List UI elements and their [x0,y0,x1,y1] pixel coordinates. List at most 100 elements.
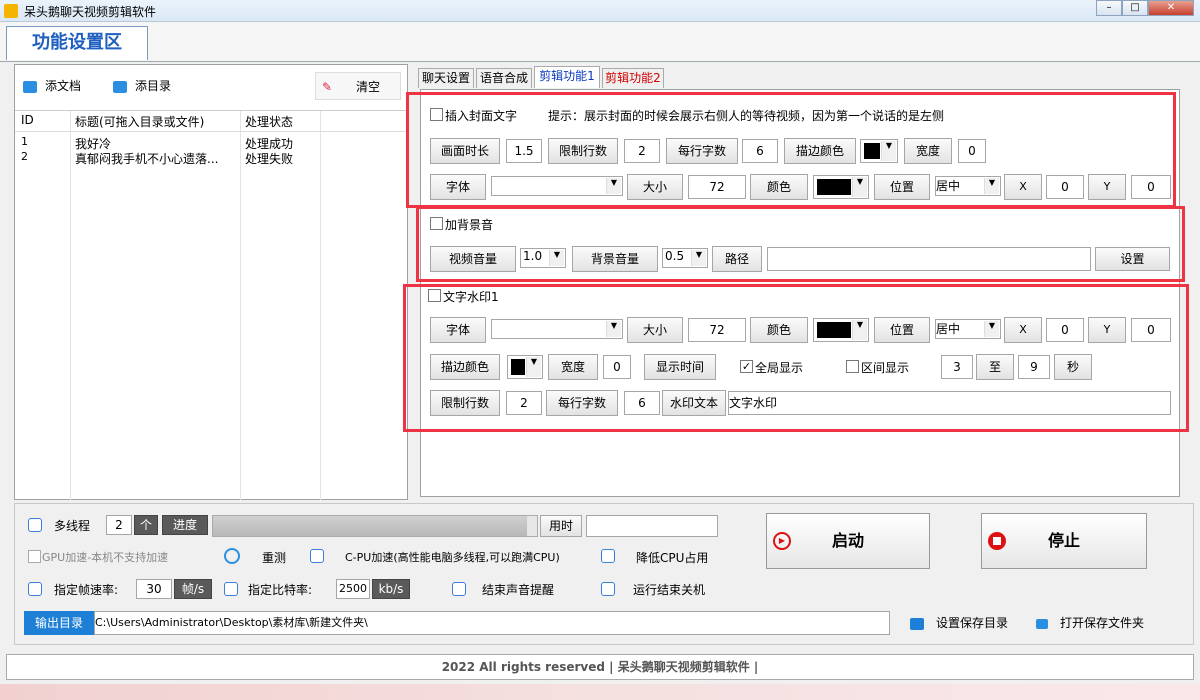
font-label: 字体 [430,174,486,200]
video-volume-select[interactable]: 1.0 ▼ [520,248,566,268]
time-label: 用时 [540,515,582,537]
wm-text-input[interactable]: 文字水印 [728,391,1171,415]
wm-stroke-color-select[interactable]: ▼ [507,355,543,379]
path-label: 路径 [712,246,762,272]
range-start-input[interactable]: 3 [941,355,973,379]
folder-settings-icon [910,617,924,630]
table-row[interactable]: 2 真郁闷我手机不小心遗落... 处理失败 [15,150,407,166]
stop-label: 停止 [1047,531,1080,550]
limit-lines-input[interactable]: 2 [624,139,660,163]
close-button[interactable]: ✕ [1148,0,1194,16]
window-title: 呆头鹅聊天视频剪辑软件 [24,5,157,19]
threads-unit: 个 [134,515,158,535]
tab-function-settings[interactable]: 功能设置区 [6,26,148,60]
video-volume-value: 1.0 [523,249,543,263]
stroke-color-select[interactable]: ▼ [860,139,898,163]
wm-y-input[interactable]: 0 [1131,318,1171,342]
bgm-path-input[interactable] [767,247,1091,271]
set-save-dir-button[interactable]: 设置保存目录 [904,613,1024,633]
wm-chars-input[interactable]: 6 [624,391,660,415]
position-label: 位置 [874,174,930,200]
position-select[interactable]: 居中 ▼ [935,176,1001,196]
fps-unit: 帧/s [174,579,212,599]
wm-size-input[interactable]: 72 [688,318,746,342]
watermark-checkbox[interactable] [428,289,441,302]
bitrate-input[interactable]: 2500 [336,579,370,599]
show-time-button[interactable]: 显示时间 [644,354,716,380]
progress-bar [212,515,538,537]
y-input[interactable]: 0 [1131,175,1171,199]
shutdown-checkbox[interactable] [601,582,615,596]
play-icon: ▶ [773,532,791,550]
range-show-checkbox[interactable] [846,360,859,373]
threads-input[interactable]: 2 [106,515,132,535]
bg-volume-value: 0.5 [665,249,685,263]
bgm-settings-button[interactable]: 设置 [1095,247,1170,271]
wm-limit-lines-input[interactable]: 2 [506,391,542,415]
row-id: 1 [21,135,28,148]
minimize-button[interactable]: – [1096,0,1122,16]
limit-lines-label: 限制行数 [548,138,618,164]
duration-input[interactable]: 1.5 [506,139,542,163]
fps-checkbox[interactable] [28,582,42,596]
bitrate-checkbox[interactable] [224,582,238,596]
cover-checkbox-label: 插入封面文字 [445,109,518,123]
recheck-label[interactable]: 重测 [262,549,286,566]
lower-cpu-checkbox[interactable] [601,549,615,563]
open-save-folder-label: 打开保存文件夹 [1060,616,1145,630]
color-select[interactable]: ▼ [813,175,869,199]
multithread-checkbox[interactable] [28,518,42,532]
file-table: ID 标题(可拖入目录或文件) 处理状态 1 我好冷 处理成功 2 真郁闷我手机… [15,110,407,500]
tab-chat-settings[interactable]: 聊天设置 [418,68,474,88]
add-doc-button[interactable]: 添文档 [23,74,113,98]
add-dir-button[interactable]: 添目录 [113,74,203,98]
wm-position-select[interactable]: 居中 ▼ [935,319,1001,339]
chevron-down-icon: ▼ [691,250,706,266]
clear-button[interactable]: ✎ 清空 [315,72,401,100]
watermark-checkbox-label: 文字水印1 [443,290,499,304]
cpu-checkbox[interactable] [310,549,324,563]
tab-edit-2[interactable]: 剪辑功能2 [602,68,664,88]
x-input[interactable]: 0 [1046,175,1084,199]
wm-color-select[interactable]: ▼ [813,318,869,342]
tab-edit-1[interactable]: 剪辑功能1 [534,66,600,88]
size-input[interactable]: 72 [688,175,746,199]
global-show-checkbox[interactable]: ✓ [740,360,753,373]
wm-x-input[interactable]: 0 [1046,318,1084,342]
end-sound-label: 结束声音提醒 [482,583,555,597]
cover-checkbox[interactable] [430,108,443,121]
wm-width-input[interactable]: 0 [603,355,631,379]
fps-input[interactable]: 30 [136,579,172,599]
size-label: 大小 [627,174,683,200]
gpu-label: GPU加速-本机不支持加速 [42,551,169,564]
set-save-dir-label: 设置保存目录 [936,616,1009,630]
wm-font-select[interactable]: ▼ [491,319,623,339]
chars-per-line-input[interactable]: 6 [742,139,778,163]
stroke-width-input[interactable]: 0 [958,139,986,163]
maximize-button[interactable]: □ [1122,0,1148,16]
output-dir-input[interactable]: C:\Users\Administrator\Desktop\素材库\新建文件夹… [94,611,890,635]
bgm-checkbox-label: 加背景音 [445,218,494,232]
chevron-down-icon: ▼ [606,321,621,337]
end-sound-checkbox[interactable] [452,582,466,596]
wm-position-value: 居中 [936,322,961,336]
table-row[interactable]: 1 我好冷 处理成功 [15,135,407,151]
gpu-checkbox[interactable] [28,550,41,563]
bgm-checkbox[interactable] [430,217,443,230]
gauge-icon[interactable] [224,548,240,564]
open-save-folder-button[interactable]: 打开保存文件夹 [1030,613,1170,633]
color-swatch [817,322,851,338]
title-bar: 呆头鹅聊天视频剪辑软件 – □ ✕ [0,0,1200,22]
time-display [586,515,718,537]
stop-button[interactable]: 停止 [981,513,1147,569]
header-band [0,22,1200,62]
tab-voice-synthesis[interactable]: 语音合成 [476,68,532,88]
bg-volume-select[interactable]: 0.5 ▼ [662,248,708,268]
start-button[interactable]: ▶ 启动 [766,513,930,569]
wm-chars-label: 每行字数 [546,390,618,416]
font-select[interactable]: ▼ [491,176,623,196]
seconds-label: 秒 [1054,354,1092,380]
stroke-width-label: 宽度 [904,138,952,164]
footer: 2022 All rights reserved | 呆头鹅聊天视频剪辑软件 | [6,654,1194,680]
range-end-input[interactable]: 9 [1018,355,1050,379]
